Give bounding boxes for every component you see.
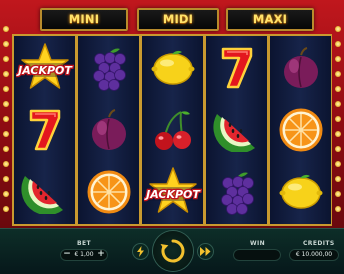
seven-icon <box>221 47 252 89</box>
light-bulb <box>3 41 9 47</box>
light-bulb <box>335 86 341 92</box>
grapes-symbol <box>78 37 139 99</box>
jackpot-star-icon: JACKPOT <box>144 167 202 213</box>
light-bulb <box>3 146 9 152</box>
jackpot-star-icon: JACKPOT <box>16 43 74 89</box>
light-bulb <box>335 191 341 197</box>
light-bulb <box>335 146 341 152</box>
bet-decrease-button[interactable]: − <box>63 250 71 259</box>
light-bulb <box>335 71 341 77</box>
left-wall-lights <box>0 22 12 222</box>
reel-4 <box>206 36 267 224</box>
light-bulb <box>3 71 9 77</box>
light-bulb <box>335 56 341 62</box>
light-bulb <box>335 206 341 212</box>
orange-symbol <box>78 161 139 223</box>
grapes-symbol <box>206 161 267 223</box>
seven-symbol <box>206 37 267 99</box>
win-label: WIN <box>250 240 266 247</box>
light-bulb <box>3 206 9 212</box>
plum-icon <box>283 47 318 88</box>
spin-button[interactable] <box>153 231 193 271</box>
lemon-symbol <box>142 37 203 99</box>
watermelon-icon <box>20 176 63 214</box>
light-bulb <box>3 176 9 182</box>
seven-symbol <box>14 99 75 161</box>
maxi-jackpot-banner: MAXI JACKPOT <box>226 8 314 49</box>
cherries-symbol <box>142 99 203 161</box>
light-bulb <box>335 176 341 182</box>
plum-symbol <box>78 99 139 161</box>
light-bulb <box>3 56 9 62</box>
light-bulb <box>335 41 341 47</box>
orange-icon <box>279 108 322 152</box>
lemon-icon <box>279 174 322 209</box>
light-bulb <box>3 26 9 32</box>
cherries-icon <box>154 111 191 150</box>
credits-label: CREDITS <box>303 240 335 247</box>
credits-value: € 10.000,00 <box>289 249 339 261</box>
fast-forward-icon <box>200 247 211 256</box>
orange-symbol <box>270 99 331 161</box>
right-wall-lights <box>332 22 344 222</box>
watermelon-icon <box>212 114 255 152</box>
slot-game: MINI JACKPOT MIDI JACKPOT MAXI JACKPOT J… <box>0 0 344 274</box>
light-bulb <box>3 101 9 107</box>
light-bulb <box>335 116 341 122</box>
light-bulb <box>3 86 9 92</box>
mini-jackpot-banner: MINI JACKPOT <box>40 8 128 49</box>
jackpot-star-symbol: JACKPOT <box>14 37 75 99</box>
light-bulb <box>3 191 9 197</box>
plum-icon <box>91 109 126 150</box>
jackpot-star-symbol: JACKPOT <box>142 161 203 223</box>
turbo-button[interactable] <box>132 243 149 260</box>
plum-symbol <box>270 37 331 99</box>
light-bulb <box>335 161 341 167</box>
lemon-symbol <box>270 161 331 223</box>
grapes-icon <box>220 172 254 215</box>
lightning-icon <box>137 246 144 257</box>
orange-icon <box>87 170 130 214</box>
light-bulb <box>335 101 341 107</box>
lemon-icon <box>151 50 194 85</box>
reel-3: JACKPOT <box>142 36 203 224</box>
light-bulb <box>3 161 9 167</box>
light-bulb <box>335 131 341 137</box>
midi-jackpot-banner: MIDI JACKPOT <box>137 8 219 49</box>
svg-text:JACKPOT: JACKPOT <box>16 64 73 77</box>
light-bulb <box>3 131 9 137</box>
reels-area: JACKPOT JACKPOT <box>12 34 332 226</box>
win-value <box>233 249 281 261</box>
svg-text:JACKPOT: JACKPOT <box>144 188 201 201</box>
watermelon-symbol <box>14 161 75 223</box>
grapes-icon <box>92 48 126 91</box>
watermelon-symbol <box>206 99 267 161</box>
bet-label: BET <box>77 240 91 247</box>
light-bulb <box>335 26 341 32</box>
autoplay-button[interactable] <box>197 243 214 260</box>
reel-2 <box>78 36 139 224</box>
light-bulb <box>3 116 9 122</box>
reel-5 <box>270 36 331 224</box>
spin-arrow-icon <box>160 239 185 263</box>
bet-increase-button[interactable]: + <box>97 250 105 259</box>
seven-icon <box>29 109 60 151</box>
reel-1: JACKPOT <box>14 36 75 224</box>
